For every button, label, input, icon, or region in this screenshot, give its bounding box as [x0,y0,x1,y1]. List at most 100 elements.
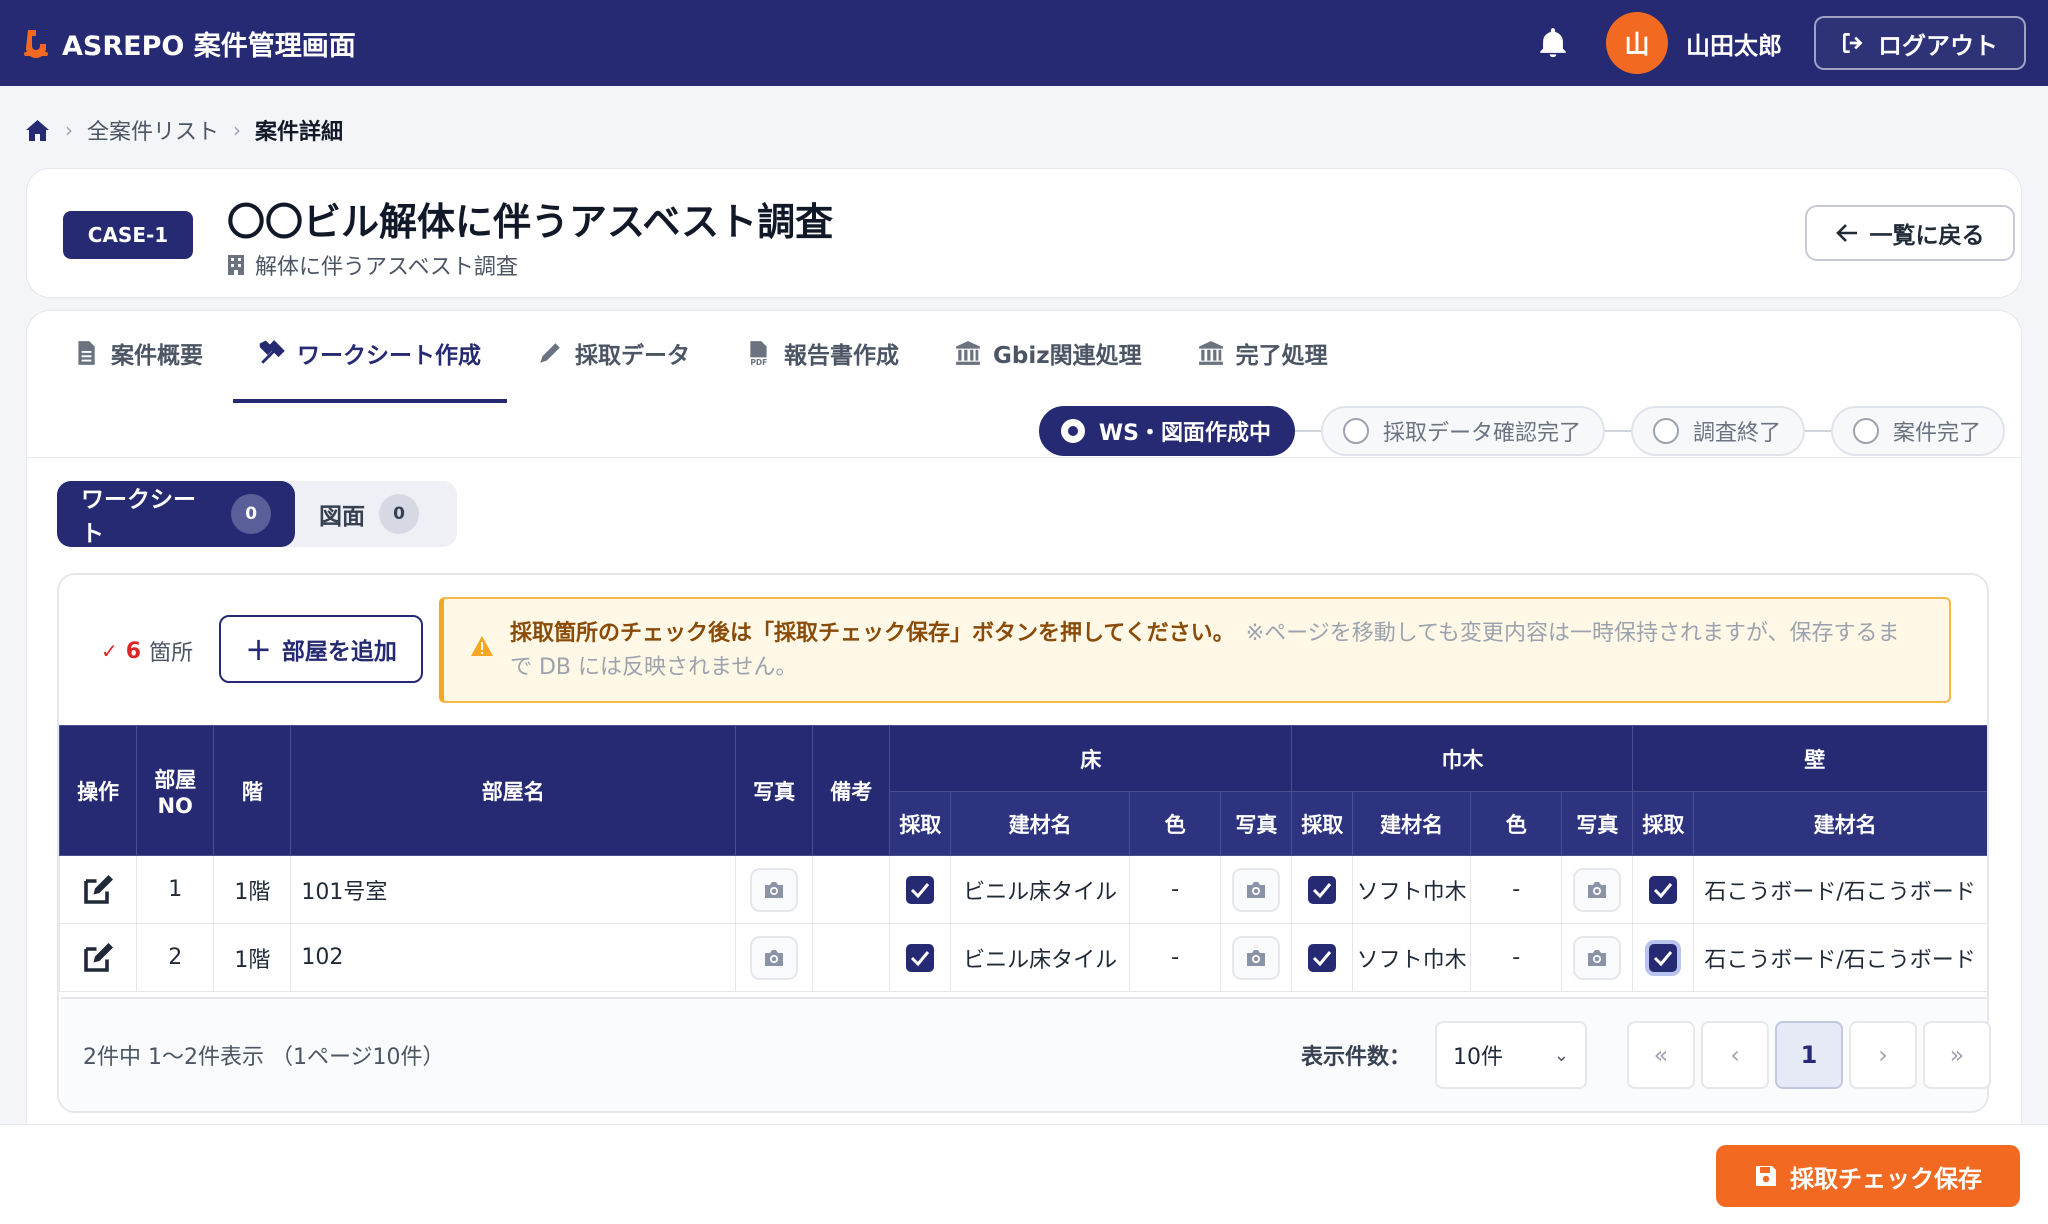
sample-checkbox[interactable] [1308,943,1337,972]
sample-cell [889,923,952,992]
photo-cell [735,923,814,992]
sample-count-number: 6 [125,638,142,664]
sample-checkbox[interactable] [1649,943,1678,972]
per-page-select[interactable]: 10件 ⌄ [1435,1021,1587,1089]
sample-checkbox[interactable] [1649,875,1678,904]
chevron-right-icon: › [233,118,242,142]
edit-icon[interactable] [59,855,138,924]
step-connector [1294,430,1321,432]
step-label: WS・図面作成中 [1098,421,1271,446]
tab-label: Gbiz関連処理 [993,343,1142,369]
logout-label: ログアウト [1878,31,1998,60]
page-button-current[interactable]: 1 [1775,1021,1843,1089]
bottom-action-bar: 採取チェック保存 [0,1124,2048,1224]
logout-button[interactable]: ログアウト [1814,16,2026,70]
prev-page-button[interactable]: ‹ [1701,1021,1769,1089]
camera-icon[interactable] [750,867,799,912]
tab-label: 報告書作成 [784,343,899,369]
pencil-icon [540,343,560,363]
breadcrumb-all-cases[interactable]: 全案件リスト [87,114,219,146]
tab-gbiz[interactable]: Gbiz関連処理 [955,311,1142,395]
header-sample: 採取 [1291,791,1354,856]
sample-checkbox[interactable] [906,875,935,904]
last-page-button[interactable]: » [1923,1021,1991,1089]
segment-drawing[interactable]: 図面 0 [295,481,443,547]
segment-label: ワークシート [81,487,196,547]
photo-cell [1561,855,1634,924]
first-page-button[interactable]: « [1627,1021,1695,1089]
step-label: 案件完了 [1892,421,1981,446]
camera-icon[interactable] [1573,867,1622,912]
pagination: « ‹ 1 › » [1627,1021,1991,1089]
step-connector [1804,430,1831,432]
camera-icon[interactable] [1232,935,1281,980]
header-color: 色 [1470,791,1563,856]
header-material: 建材名 [950,791,1130,856]
material-cell: ビニル床タイル [950,855,1130,924]
header-room-name: 部屋名 [290,725,737,856]
sample-checkbox[interactable] [906,943,935,972]
tab-report[interactable]: PDF 報告書作成 [746,311,899,395]
bank-icon [1198,341,1223,365]
check-icon: ✓ [101,639,118,663]
tab-overview[interactable]: 案件概要 [73,311,203,395]
camera-icon[interactable] [1573,935,1622,980]
header-note: 備考 [812,725,891,856]
header-photo: 写真 [1561,791,1634,856]
tab-label: 完了処理 [1235,343,1328,369]
svg-text:PDF: PDF [750,358,767,366]
floor-cell: 1階 [213,923,292,992]
case-header: CASE-1 〇〇ビル解体に伴うアスベスト調査 解体に伴うアスベスト調査 一覧に… [26,168,2022,298]
material-cell: ソフト巾木 [1352,923,1472,992]
avatar[interactable]: 山 [1606,12,1668,74]
photo-cell [1561,923,1634,992]
tab-worksheet[interactable]: ワークシート作成 [233,311,507,403]
segment-label: 図面 [319,504,365,530]
home-icon[interactable] [24,118,51,143]
worksheet-panel: ✓ 6 箇所 + 部屋を追加 採取箇所のチェック後は「採取チェック保存」ボタンを… [57,573,1991,1113]
note-cell [812,923,891,992]
floor-cell: 1階 [213,855,292,924]
per-page-value: 10件 [1453,1045,1503,1070]
back-to-list-button[interactable]: 一覧に戻る [1805,205,2015,261]
bell-icon[interactable] [1536,26,1570,60]
step-survey-finished: 調査終了 [1630,406,1805,456]
brand[interactable]: ASREPO 案件管理画面 [22,24,356,63]
building-icon [228,255,244,275]
tab-label: 採取データ [575,343,690,369]
warning-icon [471,636,493,656]
sample-checkbox[interactable] [1308,875,1337,904]
save-sample-check-button[interactable]: 採取チェック保存 [1716,1145,2020,1207]
segment-worksheet[interactable]: ワークシート 0 [57,481,295,547]
photo-cell [1220,923,1293,992]
tab-completion[interactable]: 完了処理 [1198,311,1328,395]
radio-icon [1060,419,1085,443]
photo-cell [735,855,814,924]
plus-icon: + [245,630,272,668]
edit-icon[interactable] [59,923,138,992]
worksheet-table-container[interactable]: 操作 部屋NO 階 部屋名 写真 備考 床 巾木 壁 採取 建材名 色 写真 採… [59,725,1987,997]
camera-icon[interactable] [750,935,799,980]
tab-sample-data[interactable]: 採取データ [537,311,690,395]
radio-icon [1652,418,1679,444]
step-ws-drawing: WS・図面作成中 [1038,406,1295,456]
bank-icon [956,341,980,365]
room-name-cell: 101号室 [290,855,737,924]
pdf-icon: PDF [750,341,767,366]
table-row: 1 1階 101号室 ビニル床タイル - ソフト巾木 - 石こうボード/石こうボ… [59,855,1987,924]
room-no-cell: 2 [136,923,215,992]
status-steps: WS・図面作成中 採取データ確認完了 調査終了 案件完了 [1038,406,2005,456]
photo-cell [1220,855,1293,924]
next-page-button[interactable]: › [1849,1021,1917,1089]
case-subtitle-text: 解体に伴うアスベスト調査 [255,255,518,280]
camera-icon[interactable] [1232,867,1281,912]
tools-icon [259,340,285,364]
alert-main-text: 採取箇所のチェック後は「採取チェック保存」ボタンを押してください。 [510,621,1224,646]
main-card: 案件概要 ワークシート作成 採取データ PDF 報告書作成 Gbiz関連処理 完… [26,310,2022,1130]
room-no-cell: 1 [136,855,215,924]
add-room-button[interactable]: + 部屋を追加 [219,615,423,683]
color-cell: - [1128,923,1222,992]
step-sample-confirmed: 採取データ確認完了 [1320,406,1605,456]
chevron-right-icon: › [65,118,73,142]
header-floor: 階 [213,725,292,856]
